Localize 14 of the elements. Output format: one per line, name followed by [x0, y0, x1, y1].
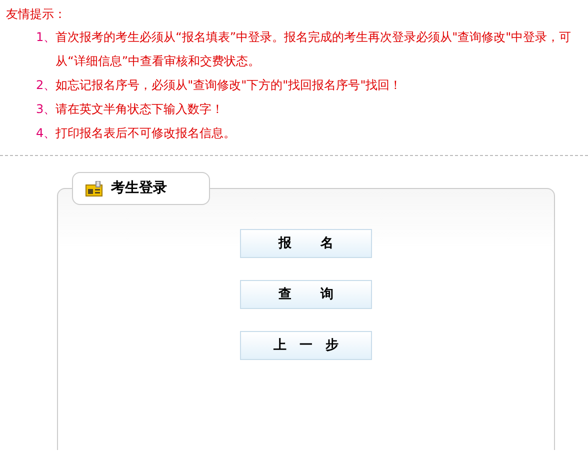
- tip-number: 1、: [36, 29, 56, 46]
- id-card-icon: [85, 180, 103, 196]
- tip-text: 如忘记报名序号，必须从"查询修改"下方的"找回报名序号"找回！: [56, 77, 402, 94]
- menu-button[interactable]: 查询: [240, 280, 372, 309]
- tip-number: 3、: [36, 101, 56, 118]
- tip-text: 打印报名表后不可修改报名信息。: [56, 125, 236, 142]
- tips-title: 友情提示：: [6, 6, 67, 23]
- tip-number: 4、: [36, 125, 56, 142]
- menu-button[interactable]: 报名: [240, 229, 372, 258]
- menu-button[interactable]: 上一步: [240, 331, 372, 360]
- tip-text: 首次报考的考生必须从“报名填表”中登录。报名完成的考生再次登录必须从"查询修改"中登录，可从“详细信息”中查看审核和交费状态。: [56, 29, 572, 70]
- tip-number: 2、: [36, 77, 56, 94]
- panel-title: 考生登录: [111, 179, 167, 198]
- tip-text: 请在英文半角状态下输入数字！: [56, 101, 224, 118]
